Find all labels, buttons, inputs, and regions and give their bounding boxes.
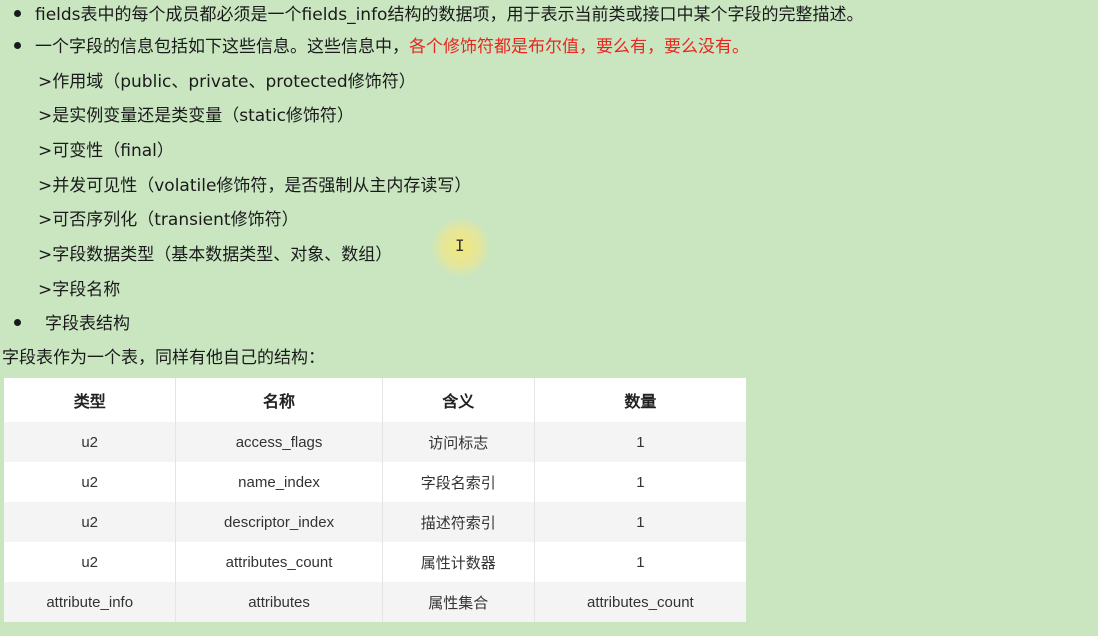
sub-item-field-name: >字段名称 xyxy=(38,280,121,300)
bullet-text: 一个字段的信息包括如下这些信息。这些信息中， xyxy=(35,37,409,57)
cell-name: access_flags xyxy=(175,422,383,462)
sub-item-scope: >作用域（public、private、protected修饰符） xyxy=(38,72,416,92)
cell-type: attribute_info xyxy=(4,582,177,622)
cell-name: descriptor_index xyxy=(175,502,383,542)
cell-count: 1 xyxy=(534,462,746,502)
slide: fields表中的每个成员都必须是一个fields_info结构的数据项，用于表… xyxy=(0,0,1098,636)
table-row: u2 name_index 字段名索引 1 xyxy=(4,462,746,502)
bullet-section-heading: 字段表结构 xyxy=(14,313,130,335)
table-row: attribute_info attributes 属性集合 attribute… xyxy=(4,582,746,622)
cell-meaning: 属性集合 xyxy=(382,582,535,622)
cell-meaning: 描述符索引 xyxy=(382,502,535,542)
cell-type: u2 xyxy=(4,502,177,542)
field-table: 类型 名称 含义 数量 u2 access_flags 访问标志 1 u2 na… xyxy=(4,378,746,622)
header-count: 数量 xyxy=(624,392,657,411)
cell-type: u2 xyxy=(4,542,177,582)
header-type: 类型 xyxy=(4,378,177,422)
cell-meaning: 访问标志 xyxy=(382,422,535,462)
cell-name: name_index xyxy=(175,462,383,502)
cell-name: attributes_count xyxy=(175,542,383,582)
table-row: u2 access_flags 访问标志 1 xyxy=(4,422,746,462)
sub-item-data-type: >字段数据类型（基本数据类型、对象、数组） xyxy=(38,245,393,265)
intro-line: 字段表作为一个表，同样有他自己的结构： xyxy=(2,348,325,368)
sub-item-volatile: >并发可见性（volatile修饰符，是否强制从主内存读写） xyxy=(38,176,472,196)
cell-count: attributes_count xyxy=(534,582,746,622)
highlighted-text: 各个修饰符都是布尔值，要么有，要么没有。 xyxy=(409,37,749,57)
table-row: u2 descriptor_index 描述符索引 1 xyxy=(4,502,746,542)
sub-item-transient: >可否序列化（transient修饰符） xyxy=(38,210,299,230)
header-name: 名称 xyxy=(175,378,383,422)
cell-meaning: 属性计数器 xyxy=(382,542,535,582)
sub-item-final: >可变性（final） xyxy=(38,141,174,161)
bullet-fields-member: fields表中的每个成员都必须是一个fields_info结构的数据项，用于表… xyxy=(14,4,863,26)
cell-count: 1 xyxy=(534,422,746,462)
table-row: u2 attributes_count 属性计数器 1 xyxy=(4,542,746,582)
cell-name: attributes xyxy=(175,582,383,622)
cell-type: u2 xyxy=(4,462,177,502)
section-heading: 字段表结构 xyxy=(45,314,130,334)
cell-count: 1 xyxy=(534,542,746,582)
sub-item-static: >是实例变量还是类变量（static修饰符） xyxy=(38,106,354,126)
cell-type: u2 xyxy=(4,422,177,462)
table-header-row: 类型 名称 含义 数量 xyxy=(4,378,746,422)
cell-count: 1 xyxy=(534,502,746,542)
cell-meaning: 字段名索引 xyxy=(382,462,535,502)
header-meaning: 含义 xyxy=(382,378,535,422)
bullet-dot-icon xyxy=(14,41,21,49)
bullet-dot-icon xyxy=(14,9,21,17)
bullet-text: fields表中的每个成员都必须是一个fields_info结构的数据项，用于表… xyxy=(35,5,864,25)
bullet-field-info: 一个字段的信息包括如下这些信息。这些信息中，各个修饰符都是布尔值，要么有，要么没… xyxy=(14,36,749,58)
text-cursor-icon: I xyxy=(455,236,465,255)
bullet-dot-icon xyxy=(14,318,21,326)
